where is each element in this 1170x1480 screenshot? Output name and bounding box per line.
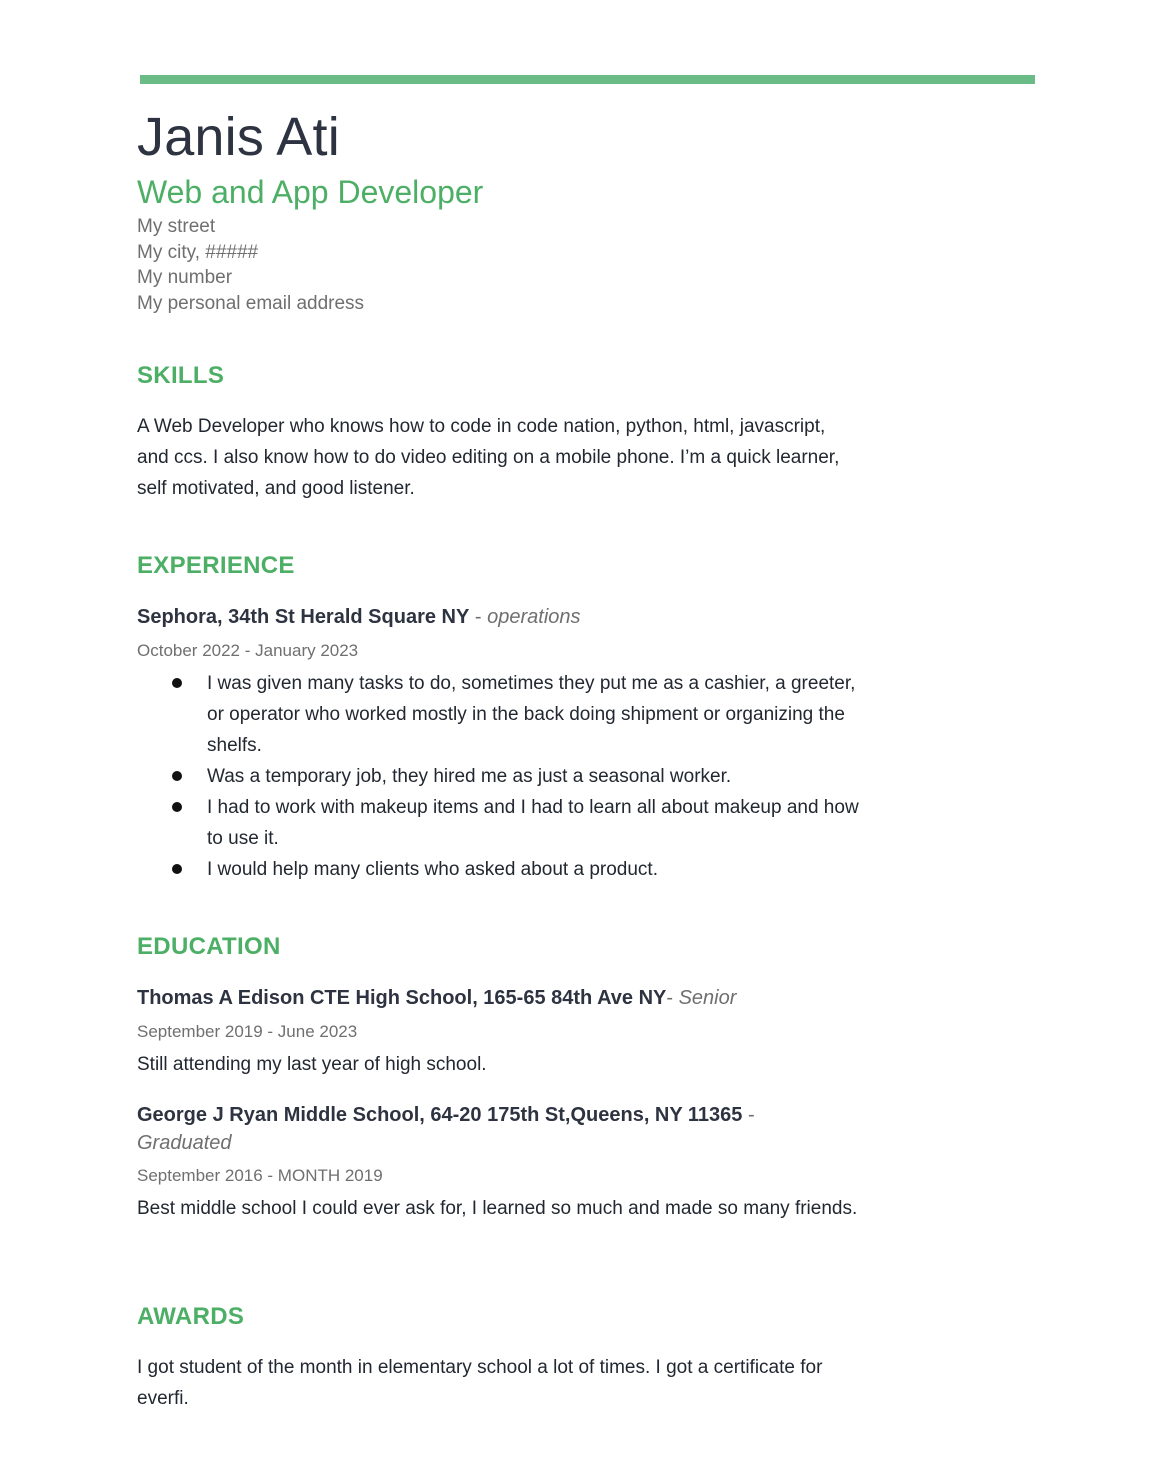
school-dates: September 2019 - June 2023 bbox=[137, 1022, 358, 1041]
bullet-icon bbox=[172, 864, 182, 874]
job-employer: Sephora, 34th St Herald Square NY bbox=[137, 606, 470, 628]
school-status: Senior bbox=[678, 987, 737, 1009]
awards-text: I got student of the month in elementary… bbox=[137, 1357, 823, 1409]
bullet-icon bbox=[172, 678, 182, 688]
bullet-icon bbox=[172, 802, 182, 812]
contact-street: My street bbox=[137, 216, 216, 237]
experience-heading: EXPERIENCE bbox=[137, 552, 295, 579]
list-item: I would help many clients who asked abou… bbox=[137, 854, 867, 885]
bullet-text: I had to work with makeup items and I ha… bbox=[207, 797, 859, 849]
skills-body: A Web Developer who knows how to code in… bbox=[137, 411, 877, 504]
skills-heading: SKILLS bbox=[137, 362, 225, 389]
school-separator: - bbox=[742, 1104, 755, 1126]
bullet-text: Was a temporary job, they hired me as ju… bbox=[207, 766, 732, 787]
job-dates-row: October 2022 - January 2023 bbox=[137, 640, 877, 662]
school-separator: - bbox=[666, 987, 679, 1009]
job-separator: - bbox=[469, 606, 488, 628]
bullet-icon bbox=[172, 771, 182, 781]
school-description: Still attending my last year of high sch… bbox=[137, 1054, 487, 1075]
skills-section: SKILLS bbox=[137, 362, 877, 390]
contact-phone: My number bbox=[137, 267, 233, 288]
candidate-title: Web and App Developer bbox=[137, 174, 484, 210]
resume-page: Janis Ati Web and App Developer My stree… bbox=[0, 0, 1170, 1480]
bullet-text: I was given many tasks to do, sometimes … bbox=[207, 673, 856, 756]
list-item: Was a temporary job, they hired me as ju… bbox=[137, 761, 867, 792]
school-name: George J Ryan Middle School, 64-20 175th… bbox=[137, 1104, 743, 1126]
school-dates: September 2016 - MONTH 2019 bbox=[137, 1166, 383, 1185]
job-title-line: Sephora, 34th St Herald Square NY - oper… bbox=[137, 603, 877, 631]
resume-content: Janis Ati Web and App Developer My stree… bbox=[137, 104, 877, 316]
contact-block: My street My city, ##### My number My pe… bbox=[137, 214, 877, 316]
awards-section: AWARDS bbox=[137, 1303, 877, 1331]
awards-body: I got student of the month in elementary… bbox=[137, 1352, 877, 1414]
job-dates: October 2022 - January 2023 bbox=[137, 641, 359, 660]
list-item: I had to work with makeup items and I ha… bbox=[137, 792, 867, 854]
school-dates-row-2: September 2016 - MONTH 2019 bbox=[137, 1165, 877, 1187]
school-desc-row-1: Still attending my last year of high sch… bbox=[137, 1049, 877, 1080]
skills-text: A Web Developer who knows how to code in… bbox=[137, 416, 840, 499]
education-heading: EDUCATION bbox=[137, 933, 281, 960]
school-title-line: George J Ryan Middle School, 64-20 175th… bbox=[137, 1101, 837, 1157]
school-dates-row-1: September 2019 - June 2023 bbox=[137, 1021, 877, 1043]
list-item: I was given many tasks to do, sometimes … bbox=[137, 668, 867, 761]
job-bullet-list: I was given many tasks to do, sometimes … bbox=[137, 668, 877, 885]
contact-email: My personal email address bbox=[137, 292, 365, 314]
awards-heading: AWARDS bbox=[137, 1303, 245, 1330]
experience-entry: Sephora, 34th St Herald Square NY - oper… bbox=[137, 603, 877, 631]
contact-city: My city, ##### bbox=[137, 241, 259, 263]
school-status: Graduated bbox=[137, 1132, 232, 1154]
accent-bar bbox=[140, 75, 1035, 84]
candidate-name: Janis Ati bbox=[137, 107, 340, 167]
education-section: EDUCATION bbox=[137, 933, 877, 961]
bullet-text: I would help many clients who asked abou… bbox=[207, 859, 658, 880]
school-title-line: Thomas A Edison CTE High School, 165-65 … bbox=[137, 984, 877, 1012]
school-entry-1: Thomas A Edison CTE High School, 165-65 … bbox=[137, 984, 877, 1012]
job-bullets: I was given many tasks to do, sometimes … bbox=[137, 668, 877, 885]
experience-section: EXPERIENCE bbox=[137, 552, 877, 580]
job-role: operations bbox=[487, 606, 581, 628]
school-description: Best middle school I could ever ask for,… bbox=[137, 1198, 858, 1219]
school-entry-2: George J Ryan Middle School, 64-20 175th… bbox=[137, 1101, 877, 1157]
school-desc-row-2: Best middle school I could ever ask for,… bbox=[137, 1193, 877, 1224]
school-name: Thomas A Edison CTE High School, 165-65 … bbox=[137, 987, 667, 1009]
